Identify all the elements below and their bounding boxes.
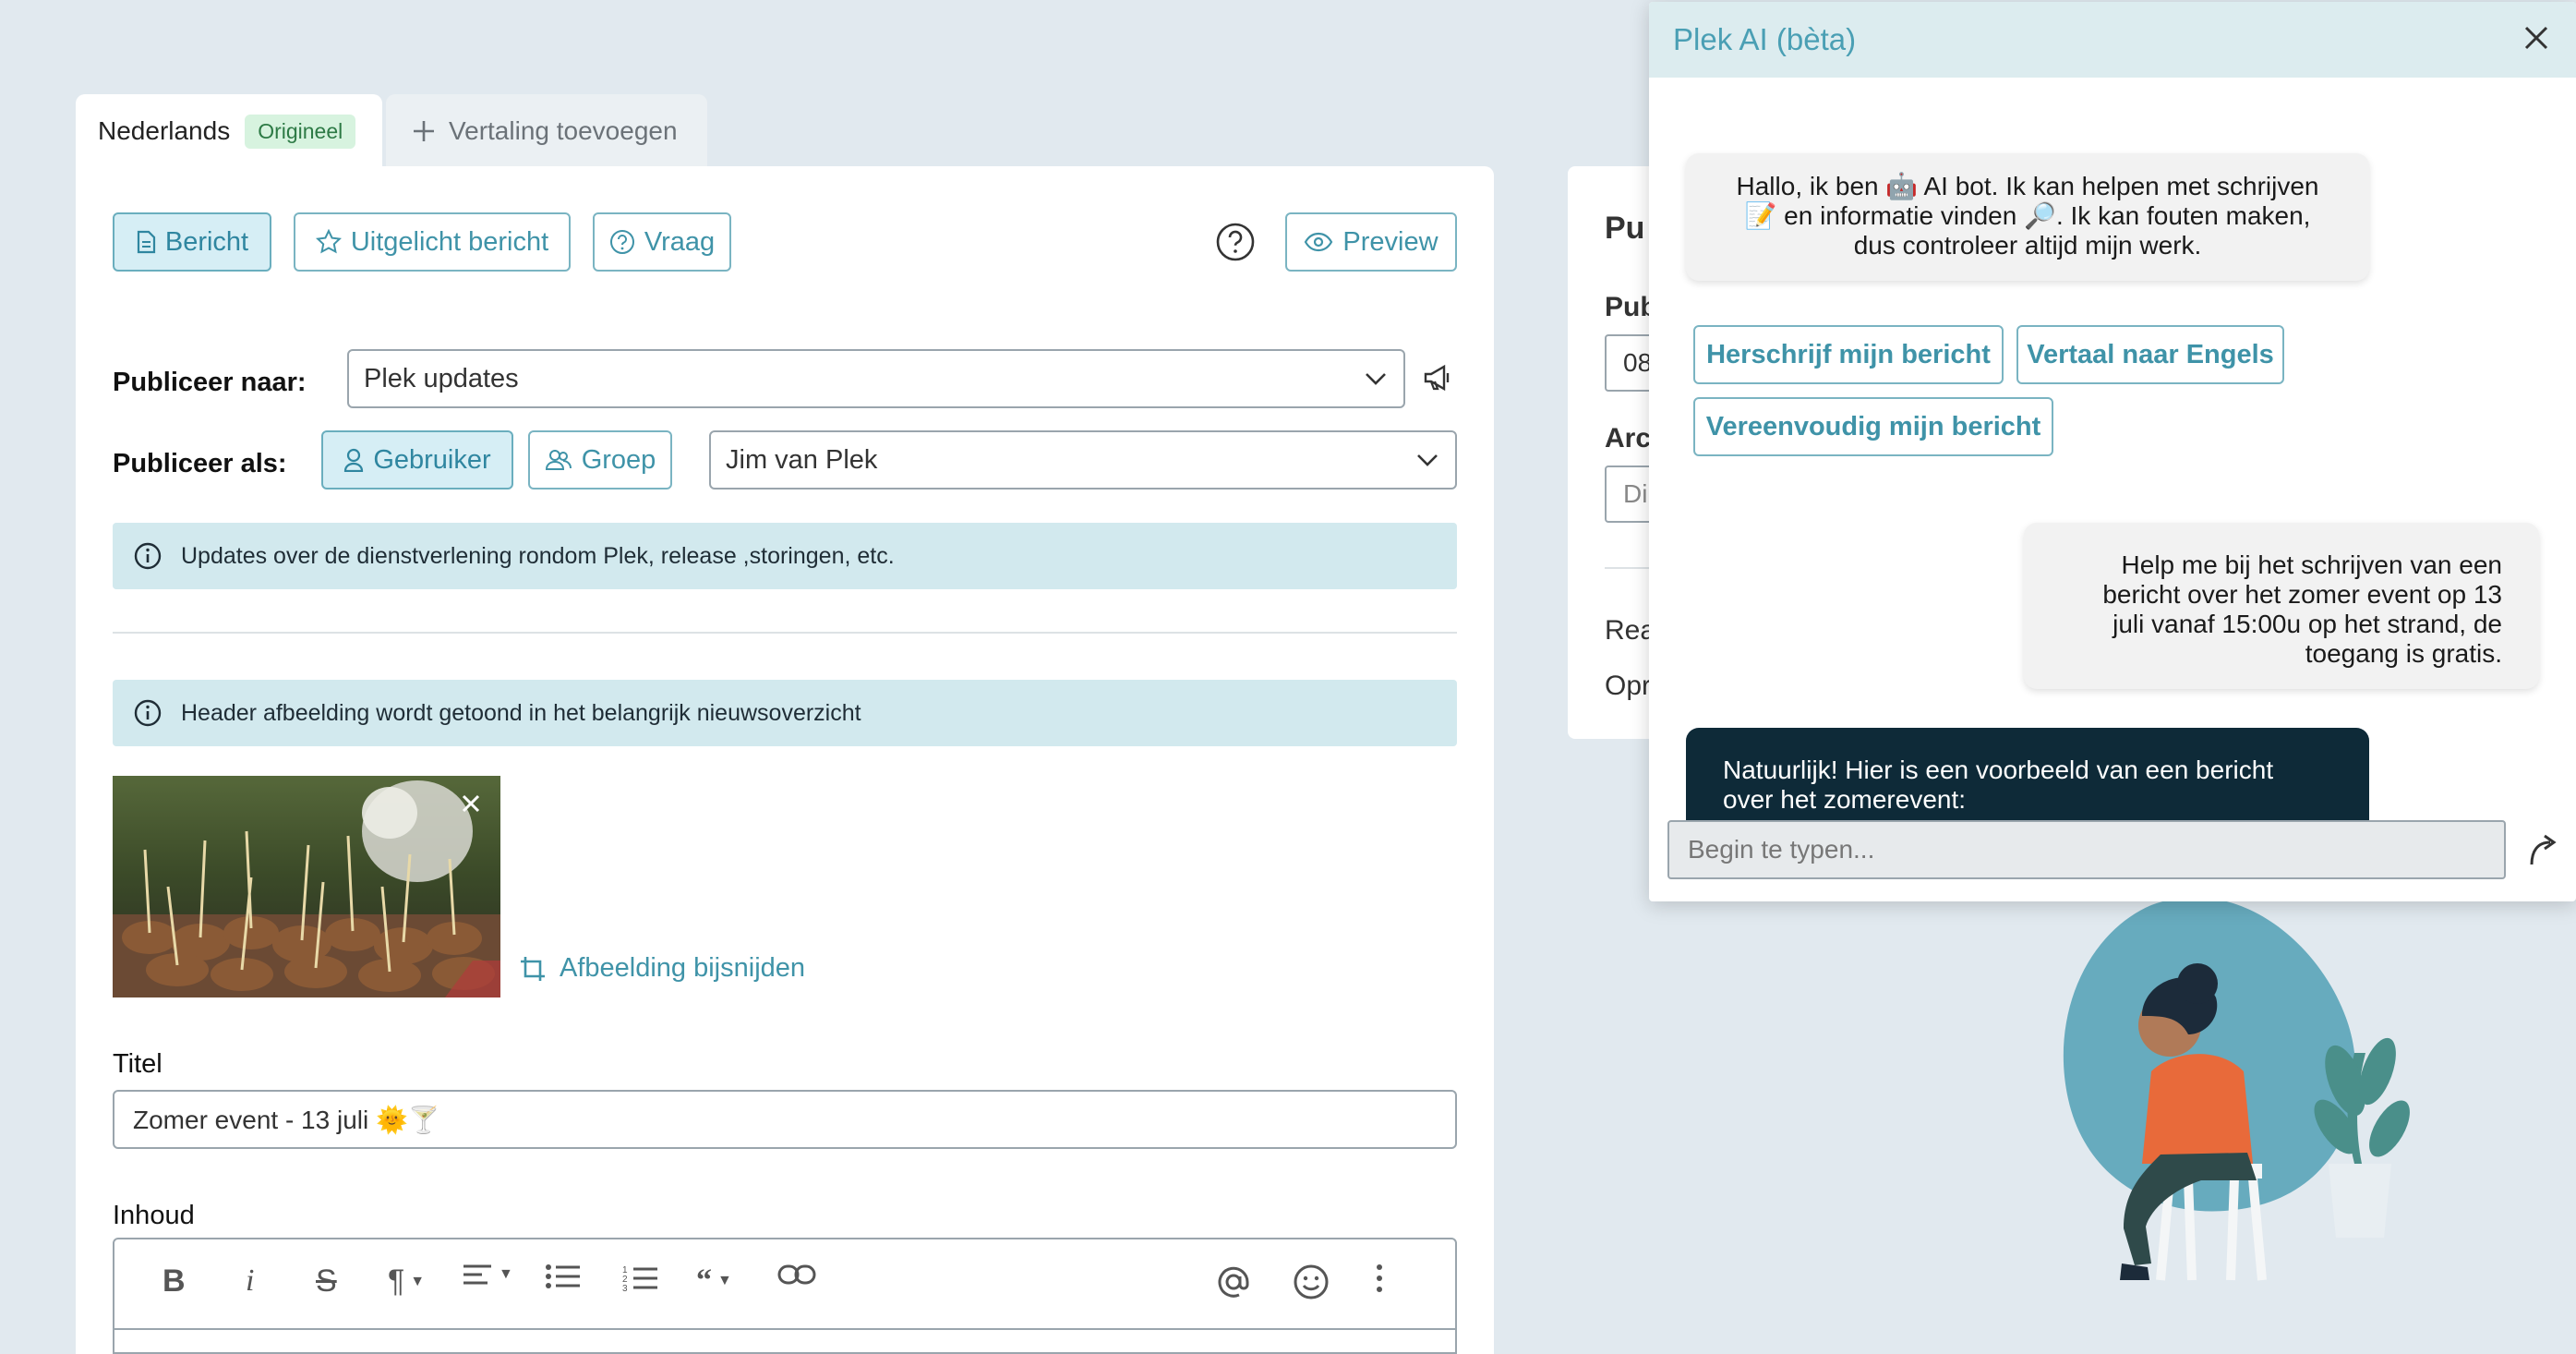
header-image-thumbnail xyxy=(113,776,500,997)
publish-as-select[interactable]: Jim van Plek xyxy=(709,430,1457,490)
numbered-list-icon[interactable]: 123 xyxy=(622,1263,659,1291)
content-field-label: Inhoud xyxy=(113,1201,195,1230)
bold-icon[interactable]: B xyxy=(163,1263,186,1300)
reactions-row-label: Rea xyxy=(1605,615,1656,646)
user-icon xyxy=(343,448,364,472)
bullet-list-icon[interactable] xyxy=(545,1263,582,1289)
preview-label: Preview xyxy=(1342,226,1438,257)
user-message-line: juli vanaf 15:00u op het strand, de xyxy=(2113,610,2502,638)
emoji-icon[interactable] xyxy=(1293,1263,1330,1300)
archive-date-label: Arc xyxy=(1605,423,1652,453)
link-icon[interactable] xyxy=(777,1263,816,1286)
bot-intro-line: dus controleer altijd mijn werk. xyxy=(1853,231,2202,260)
publish-to-label: Publiceer naar: xyxy=(113,368,307,397)
question-type-label: Vraag xyxy=(644,226,716,257)
chat-message-input[interactable] xyxy=(1667,820,2506,879)
original-badge: Origineel xyxy=(245,114,356,149)
publish-as-label: Publiceer als: xyxy=(113,449,287,478)
chat-header: Plek AI (bèta) xyxy=(1649,2,2576,78)
user-message-line: toegang is gratis. xyxy=(2305,639,2502,668)
ai-chat-panel: Plek AI (bèta) Hallo, ik ben 🤖 AI bot. I… xyxy=(1649,2,2576,901)
mention-icon[interactable] xyxy=(1215,1263,1252,1300)
star-icon xyxy=(315,229,342,255)
header-image-info-bar: Header afbeelding wordt getoond in het b… xyxy=(113,680,1457,746)
tab-nederlands[interactable]: Nederlands Origineel xyxy=(76,94,382,168)
publish-as-value: Jim van Plek xyxy=(726,444,878,475)
chevron-down-icon xyxy=(1365,372,1387,385)
preview-button[interactable]: Preview xyxy=(1285,212,1457,272)
bot-answer-line: over het zomerevent: xyxy=(1723,785,1967,814)
options-row-label: Opr xyxy=(1605,671,1652,701)
rich-text-editor[interactable]: B i S ¶ ▼ ▼ 123 “▼ xyxy=(113,1238,1457,1354)
user-message-line: bericht over het zomer event op 13 xyxy=(2102,580,2502,609)
close-icon[interactable] xyxy=(2522,24,2550,52)
group-button-label: Groep xyxy=(581,444,656,475)
user-button-label: Gebruiker xyxy=(373,444,491,475)
bot-answer-message: Natuurlijk! Hier is een voorbeeld van ee… xyxy=(1686,728,2369,820)
featured-type-label: Uitgelicht bericht xyxy=(350,226,549,257)
publish-to-value: Plek updates xyxy=(364,363,519,393)
align-icon[interactable]: ▼ xyxy=(462,1263,513,1286)
post-editor-card xyxy=(76,166,1494,1354)
crop-image-label: Afbeelding bijsnijden xyxy=(560,953,806,983)
info-icon xyxy=(133,698,163,728)
paragraph-icon[interactable]: ¶ ▼ xyxy=(388,1263,425,1300)
editor-toolbar: B i S ¶ ▼ ▼ 123 “▼ xyxy=(114,1239,1455,1330)
crop-icon xyxy=(519,955,547,983)
publish-date-value: 08 xyxy=(1623,348,1653,377)
message-type-label: Bericht xyxy=(164,226,249,257)
bot-intro-line: Hallo, ik ben 🤖 AI bot. Ik kan helpen me… xyxy=(1736,172,2319,200)
chevron-down-icon xyxy=(1416,453,1438,466)
info-icon xyxy=(133,541,163,571)
suggestion-translate-button[interactable]: Vertaal naar Engels xyxy=(2016,325,2284,384)
more-options-icon[interactable] xyxy=(1376,1263,1383,1293)
publish-as-group-button[interactable]: Groep xyxy=(528,430,672,490)
archive-date-placeholder: Di xyxy=(1623,479,1648,508)
add-translation-tab[interactable]: Vertaling toevoegen xyxy=(386,94,707,168)
publish-as-user-button[interactable]: Gebruiker xyxy=(321,430,513,490)
document-icon xyxy=(136,230,156,254)
suggestion-rewrite-button[interactable]: Herschrijf mijn bericht xyxy=(1693,325,2004,384)
add-translation-label: Vertaling toevoegen xyxy=(449,116,678,145)
question-circle-icon xyxy=(609,229,635,255)
plus-icon xyxy=(412,119,436,143)
send-icon[interactable] xyxy=(2526,831,2563,868)
featured-type-button[interactable]: Uitgelicht bericht xyxy=(294,212,571,272)
suggestion-simplify-button[interactable]: Vereenvoudig mijn bericht xyxy=(1693,397,2053,456)
channel-info-text: Updates over de dienstverlening rondom P… xyxy=(181,542,895,569)
title-input[interactable]: Zomer event - 13 juli 🌞🍸 xyxy=(113,1090,1457,1149)
group-icon xyxy=(545,448,572,472)
tab-label: Nederlands xyxy=(98,116,231,145)
megaphone-icon[interactable] xyxy=(1422,362,1453,393)
question-type-button[interactable]: Vraag xyxy=(593,212,731,272)
bot-intro-message: Hallo, ik ben 🤖 AI bot. Ik kan helpen me… xyxy=(1686,153,2369,281)
message-type-button[interactable]: Bericht xyxy=(113,212,271,272)
bot-intro-line: 📝 en informatie vinden 🔎. Ik kan fouten … xyxy=(1744,201,2311,230)
person-illustration xyxy=(2040,887,2428,1293)
header-image-info-text: Header afbeelding wordt getoond in het b… xyxy=(181,699,861,726)
user-message-line: Help me bij het schrijven van een xyxy=(2121,550,2502,579)
eye-icon xyxy=(1304,232,1333,252)
chat-title: Plek AI (bèta) xyxy=(1673,22,1857,56)
settings-heading: Pu xyxy=(1605,211,1645,246)
italic-icon[interactable]: i xyxy=(246,1263,254,1299)
bot-answer-line: Natuurlijk! Hier is een voorbeeld van ee… xyxy=(1723,756,2274,784)
section-divider xyxy=(113,632,1457,634)
channel-info-bar: Updates over de dienstverlening rondom P… xyxy=(113,523,1457,589)
title-field-label: Titel xyxy=(113,1049,163,1079)
crop-image-link[interactable]: Afbeelding bijsnijden xyxy=(519,953,805,984)
user-message: Help me bij het schrijven van een berich… xyxy=(2024,523,2539,689)
publish-to-select[interactable]: Plek updates xyxy=(347,349,1405,408)
help-icon[interactable] xyxy=(1215,222,1256,262)
svg-text:3: 3 xyxy=(622,1284,628,1291)
strikethrough-icon[interactable]: S xyxy=(316,1263,337,1300)
quote-icon[interactable]: “▼ xyxy=(696,1263,732,1299)
